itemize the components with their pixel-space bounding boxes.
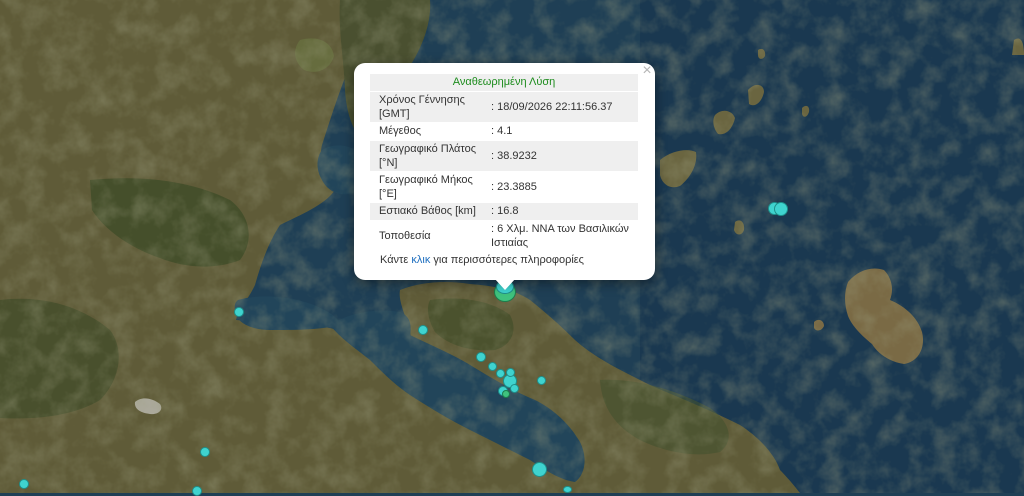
row-value: : 38.9232 — [491, 150, 537, 162]
quake-marker[interactable] — [234, 307, 244, 317]
row-location: Τοποθεσία : 6 Χλμ. ΝΝΑ των Βασιλικών Ιστ… — [370, 221, 638, 251]
row-depth: Εστιακό Βάθος [km] : 16.8 — [370, 203, 638, 220]
quake-marker[interactable] — [510, 384, 519, 393]
row-label: Εστιακό Βάθος [km] — [379, 205, 476, 217]
row-label: Γεωγραφικό Πλάτος [°N] — [379, 143, 477, 169]
more-info-suffix: για περισσότερες πληροφορίες — [430, 254, 584, 266]
popup-tip — [494, 278, 516, 290]
close-icon[interactable]: × — [640, 63, 654, 79]
quake-marker[interactable] — [774, 202, 788, 216]
row-magnitude: Μέγεθος : 4.1 — [370, 123, 638, 140]
row-latitude: Γεωγραφικό Πλάτος [°N] : 38.9232 — [370, 141, 638, 171]
more-info-line: Κάντε κλικ για περισσότερες πληροφορίες — [380, 253, 584, 267]
quake-marker[interactable] — [19, 479, 29, 489]
row-value: : 16.8 — [491, 205, 519, 217]
row-label: Τοποθεσία — [379, 230, 431, 242]
row-value: : 4.1 — [491, 125, 513, 137]
popup-title: Αναθεωρημένη Λύση — [370, 74, 638, 91]
quake-marker[interactable] — [418, 325, 428, 335]
row-label: Χρόνος Γέννησης [GMT] — [379, 94, 465, 120]
row-longitude: Γεωγραφικό Μήκος [°E] : 23.3885 — [370, 172, 638, 202]
quake-marker[interactable] — [506, 368, 515, 377]
quake-marker[interactable] — [563, 486, 572, 493]
row-value: : 23.3885 — [491, 181, 537, 193]
more-info-prefix: Κάντε — [380, 254, 412, 266]
quake-marker[interactable] — [476, 352, 486, 362]
row-origin-time: Χρόνος Γέννησης [GMT] : 18/09/2026 22:11… — [370, 92, 638, 122]
row-label: Μέγεθος — [379, 125, 422, 137]
quake-marker[interactable] — [192, 486, 202, 496]
quake-marker[interactable] — [537, 376, 546, 385]
quake-marker[interactable] — [488, 362, 497, 371]
row-label: Γεωγραφικό Μήκος [°E] — [379, 174, 473, 200]
quake-marker[interactable] — [502, 390, 510, 398]
row-value: : 18/09/2026 22:11:56.37 — [491, 101, 613, 113]
quake-marker[interactable] — [200, 447, 210, 457]
quake-marker[interactable] — [532, 462, 547, 477]
more-info-link[interactable]: κλικ — [411, 254, 430, 266]
row-value: : 6 Χλμ. ΝΝΑ των Βασιλικών Ιστιαίας — [491, 223, 629, 249]
